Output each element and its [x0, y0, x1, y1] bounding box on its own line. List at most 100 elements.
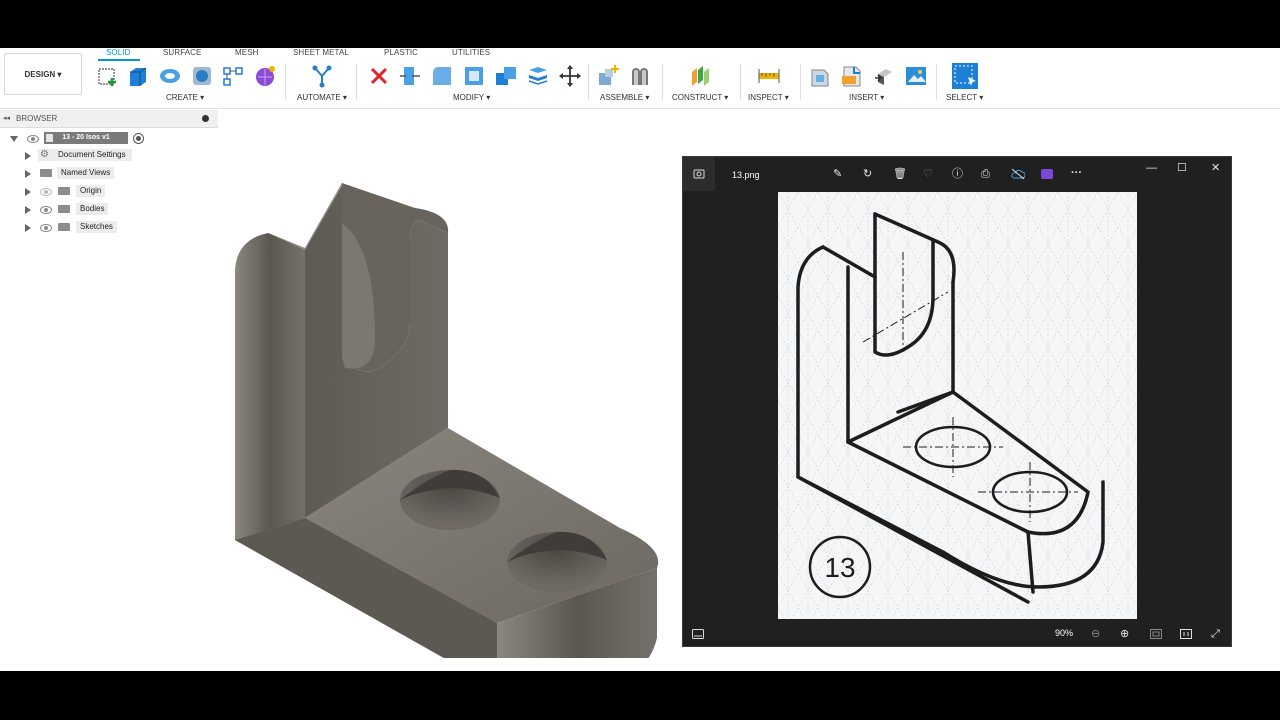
more-icon[interactable]: ···: [1071, 167, 1082, 179]
fullscreen-icon[interactable]: ⤢: [1211, 628, 1220, 640]
delete-icon[interactable]: [367, 64, 391, 88]
minimize-browser-icon[interactable]: [202, 115, 209, 122]
expand-arrow-icon[interactable]: [25, 152, 31, 160]
tab-surface[interactable]: SURFACE: [163, 48, 202, 57]
folder-icon: [58, 187, 70, 195]
split-body-icon[interactable]: [526, 64, 550, 88]
canvas-image-icon[interactable]: [904, 64, 928, 88]
press-pull-icon[interactable]: [398, 64, 422, 88]
photos-app-icon-area: [683, 157, 715, 191]
browser-root-row[interactable]: 13 - 20 Isos v1: [0, 131, 218, 147]
construct-group-label[interactable]: CONSTRUCT ▾: [672, 93, 728, 102]
browser-item-document-settings[interactable]: Document Settings ⚙: [0, 148, 218, 164]
toolbar-separator: [662, 64, 663, 100]
folder-icon: [58, 223, 70, 231]
extrude-icon[interactable]: [126, 64, 150, 88]
revolve-icon[interactable]: [158, 64, 182, 88]
edit-icon[interactable]: ✎: [833, 168, 842, 180]
sketch-number: 13: [824, 552, 855, 583]
visibility-eye-icon[interactable]: [40, 206, 52, 214]
info-icon[interactable]: ⓘ: [952, 168, 963, 180]
create-sketch-icon[interactable]: [96, 64, 120, 88]
root-component-label[interactable]: 13 - 20 Isos v1: [44, 132, 128, 144]
automate-group-label[interactable]: AUTOMATE ▾: [297, 93, 347, 102]
automate-icon[interactable]: [310, 64, 334, 88]
browser-item-sketches[interactable]: Sketches: [0, 220, 218, 236]
select-icon[interactable]: [951, 62, 979, 90]
tab-mesh[interactable]: MESH: [235, 48, 259, 57]
tab-solid[interactable]: SOLID: [106, 48, 131, 57]
insert-mesh-icon[interactable]: [872, 64, 896, 88]
zoom-in-icon[interactable]: ⊕: [1120, 628, 1129, 640]
shell-icon[interactable]: [462, 64, 486, 88]
expand-arrow-icon[interactable]: [25, 170, 31, 178]
cloud-icon[interactable]: [1011, 168, 1025, 180]
offset-plane-icon[interactable]: [688, 64, 712, 88]
browser-item-label: Named Views: [57, 167, 115, 179]
browser-item-label: Bodies: [76, 203, 109, 215]
favorite-icon[interactable]: ♡: [923, 168, 933, 180]
close-window-icon[interactable]: ✕: [1211, 162, 1220, 174]
activate-component-icon[interactable]: [133, 133, 144, 144]
new-component-icon[interactable]: [596, 64, 620, 88]
modify-group-label[interactable]: MODIFY ▾: [453, 93, 490, 102]
active-tab-indicator: [98, 59, 140, 61]
fillet-icon[interactable]: [430, 64, 454, 88]
expand-arrow-icon[interactable]: [25, 206, 31, 214]
collapse-browser-icon[interactable]: ◂◂: [3, 114, 10, 122]
fit-to-window-icon[interactable]: [1150, 629, 1162, 639]
photos-app-icon[interactable]: [693, 168, 705, 180]
filmstrip-icon[interactable]: [692, 629, 704, 639]
toolbar-separator: [800, 64, 801, 100]
zoom-out-icon[interactable]: ⊖: [1091, 628, 1100, 640]
form-icon[interactable]: [253, 64, 277, 88]
browser-item-origin[interactable]: Origin: [0, 184, 218, 200]
delete-icon[interactable]: 🗑: [893, 168, 907, 180]
browser-item-label: Origin: [76, 185, 106, 197]
visibility-eye-icon[interactable]: [40, 224, 52, 232]
fusion-app-window: DESIGN ▾ SOLID SURFACE MESH SHEET METAL …: [0, 48, 1280, 671]
rotate-icon[interactable]: ↻: [863, 168, 872, 180]
browser-item-label: Document Settings: [38, 149, 132, 161]
component-icon: [46, 134, 53, 142]
move-icon[interactable]: [558, 64, 582, 88]
insert-derive-icon[interactable]: [808, 64, 832, 88]
tab-plastic[interactable]: PLASTIC: [384, 48, 418, 57]
zoom-level: 90%: [1055, 628, 1074, 638]
print-icon[interactable]: ⎙: [981, 168, 990, 180]
browser-item-bodies[interactable]: Bodies: [0, 202, 218, 218]
visibility-eye-icon[interactable]: [40, 188, 52, 196]
maximize-window-icon[interactable]: ☐: [1177, 162, 1187, 174]
browser-panel: ◂◂ BROWSER 13 - 20 Isos v1 Document Sett…: [0, 110, 218, 670]
measure-icon[interactable]: [757, 64, 781, 88]
folder-icon: [40, 169, 52, 177]
visibility-eye-icon[interactable]: [27, 135, 39, 143]
assemble-group-label[interactable]: ASSEMBLE ▾: [600, 93, 649, 102]
expand-arrow-icon[interactable]: [10, 136, 18, 142]
toolbar-separator: [740, 64, 741, 100]
pattern-icon[interactable]: [221, 64, 245, 88]
3d-model-bracket[interactable]: [225, 128, 665, 658]
viewer-filename: 13.png: [732, 170, 760, 180]
insert-svg-icon[interactable]: [840, 64, 864, 88]
tab-utilities[interactable]: UTILITIES: [452, 48, 490, 57]
tab-sheet-metal[interactable]: SHEET METAL: [293, 48, 349, 57]
actual-size-icon[interactable]: [1180, 629, 1192, 639]
sweep-icon[interactable]: [190, 64, 214, 88]
expand-arrow-icon[interactable]: [25, 224, 31, 232]
select-group-label[interactable]: SELECT ▾: [946, 93, 983, 102]
browser-item-named-views[interactable]: Named Views: [0, 166, 218, 182]
browser-item-label: Sketches: [76, 221, 117, 233]
clipchamp-icon[interactable]: [1041, 168, 1053, 180]
toolbar-separator: [285, 64, 286, 100]
joint-icon[interactable]: [628, 64, 652, 88]
minimize-window-icon[interactable]: —: [1146, 162, 1157, 174]
create-group-label[interactable]: CREATE ▾: [166, 93, 204, 102]
insert-group-label[interactable]: INSERT ▾: [849, 93, 884, 102]
browser-title: BROWSER: [16, 114, 58, 123]
design-workspace-button[interactable]: DESIGN ▾: [4, 53, 82, 95]
toolbar-separator: [936, 64, 937, 100]
inspect-group-label[interactable]: INSPECT ▾: [748, 93, 789, 102]
expand-arrow-icon[interactable]: [25, 188, 31, 196]
combine-icon[interactable]: [494, 64, 518, 88]
